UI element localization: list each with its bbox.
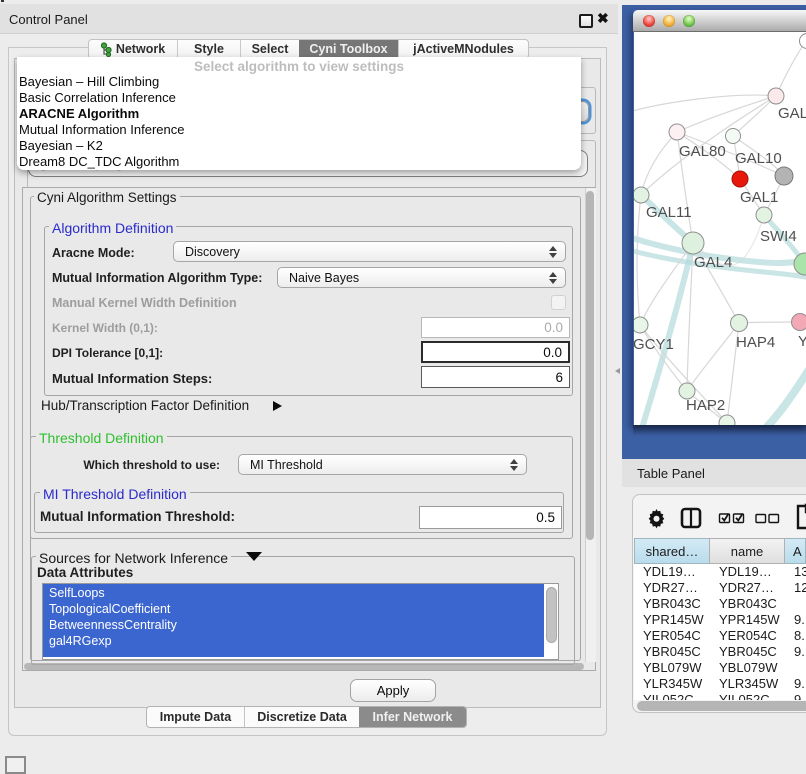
svg-text:SWI4: SWI4 <box>760 228 797 245</box>
svg-text:GAL1: GAL1 <box>740 189 778 206</box>
svg-text:GCY1: GCY1 <box>634 336 674 353</box>
svg-text:GAL11: GAL11 <box>646 204 692 221</box>
svg-text:GAL10: GAL10 <box>735 150 782 167</box>
svg-text:HAP2: HAP2 <box>686 397 725 414</box>
svg-text:GAL80: GAL80 <box>679 143 726 160</box>
svg-text:HAP4: HAP4 <box>736 334 775 351</box>
svg-text:YJL0: YJL0 <box>798 333 806 350</box>
svg-text:GAL4: GAL4 <box>694 254 732 271</box>
svg-text:GAL2: GAL2 <box>778 105 806 122</box>
